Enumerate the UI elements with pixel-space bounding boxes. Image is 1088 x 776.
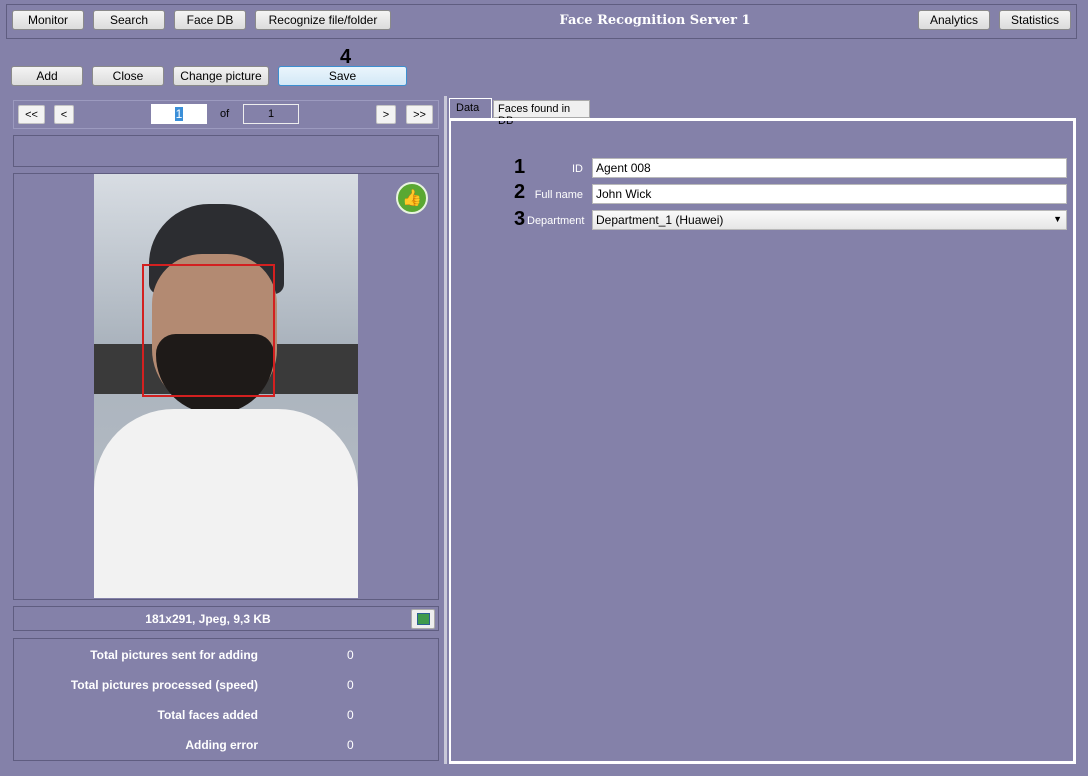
recognize-file-folder-button[interactable]: Recognize file/folder (255, 10, 391, 30)
face-photo (94, 174, 358, 598)
stat-label: Total faces added (157, 708, 258, 722)
search-button[interactable]: Search (93, 10, 165, 30)
save-image-icon[interactable] (411, 609, 435, 629)
id-input[interactable]: Agent 008 (592, 158, 1067, 178)
image-info-text: 181x291, Jpeg, 9,3 KB (145, 612, 271, 626)
tab-data[interactable]: Data (449, 98, 492, 118)
chevron-down-icon: ▼ (1053, 214, 1062, 224)
stat-value: 0 (347, 708, 354, 722)
close-button[interactable]: Close (92, 66, 164, 86)
face-db-button[interactable]: Face DB (174, 10, 246, 30)
add-button[interactable]: Add (11, 66, 83, 86)
stat-value: 0 (347, 648, 354, 662)
full-name-marker: 2 (514, 181, 526, 203)
id-marker: 1 (514, 156, 526, 178)
stat-value: 0 (347, 738, 354, 752)
save-button[interactable]: Save (278, 66, 407, 86)
department-marker: 3 (514, 208, 526, 230)
stat-label: Total pictures sent for adding (90, 648, 258, 662)
next-page-button[interactable]: > (376, 105, 396, 124)
change-picture-button[interactable]: Change picture (173, 66, 269, 86)
prev-page-button[interactable]: < (54, 105, 74, 124)
page-input[interactable]: 1 (151, 104, 207, 124)
department-label: Department (527, 215, 585, 227)
page-input-value: 1 (174, 107, 184, 121)
splitter[interactable] (444, 96, 447, 764)
department-select[interactable]: Department_1 (Huawei) ▼ (592, 210, 1067, 230)
analytics-button[interactable]: Analytics (918, 10, 990, 30)
stat-value: 0 (347, 678, 354, 692)
monitor-button[interactable]: Monitor (12, 10, 84, 30)
stat-label: Total pictures processed (speed) (70, 678, 258, 692)
full-name-input[interactable]: John Wick (592, 184, 1067, 204)
face-detection-box (142, 264, 275, 397)
page-total: 1 (243, 104, 299, 124)
first-page-button[interactable]: << (18, 105, 45, 124)
window-title: Face Recognition Server 1 (559, 13, 751, 28)
statistics-button[interactable]: Statistics (999, 10, 1071, 30)
full-name-label: Full name (534, 189, 583, 201)
tab-data-label: Data (456, 102, 480, 114)
thumbs-up-icon: 👍 (396, 182, 428, 214)
tab-faces-found[interactable]: Faces found in DB (493, 100, 590, 127)
last-page-button[interactable]: >> (406, 105, 433, 124)
stat-label: Adding error (185, 738, 258, 752)
page-of-label: of (220, 108, 230, 120)
id-label: ID (572, 163, 583, 175)
department-value: Department_1 (Huawei) (596, 213, 724, 227)
info-panel (13, 135, 439, 167)
